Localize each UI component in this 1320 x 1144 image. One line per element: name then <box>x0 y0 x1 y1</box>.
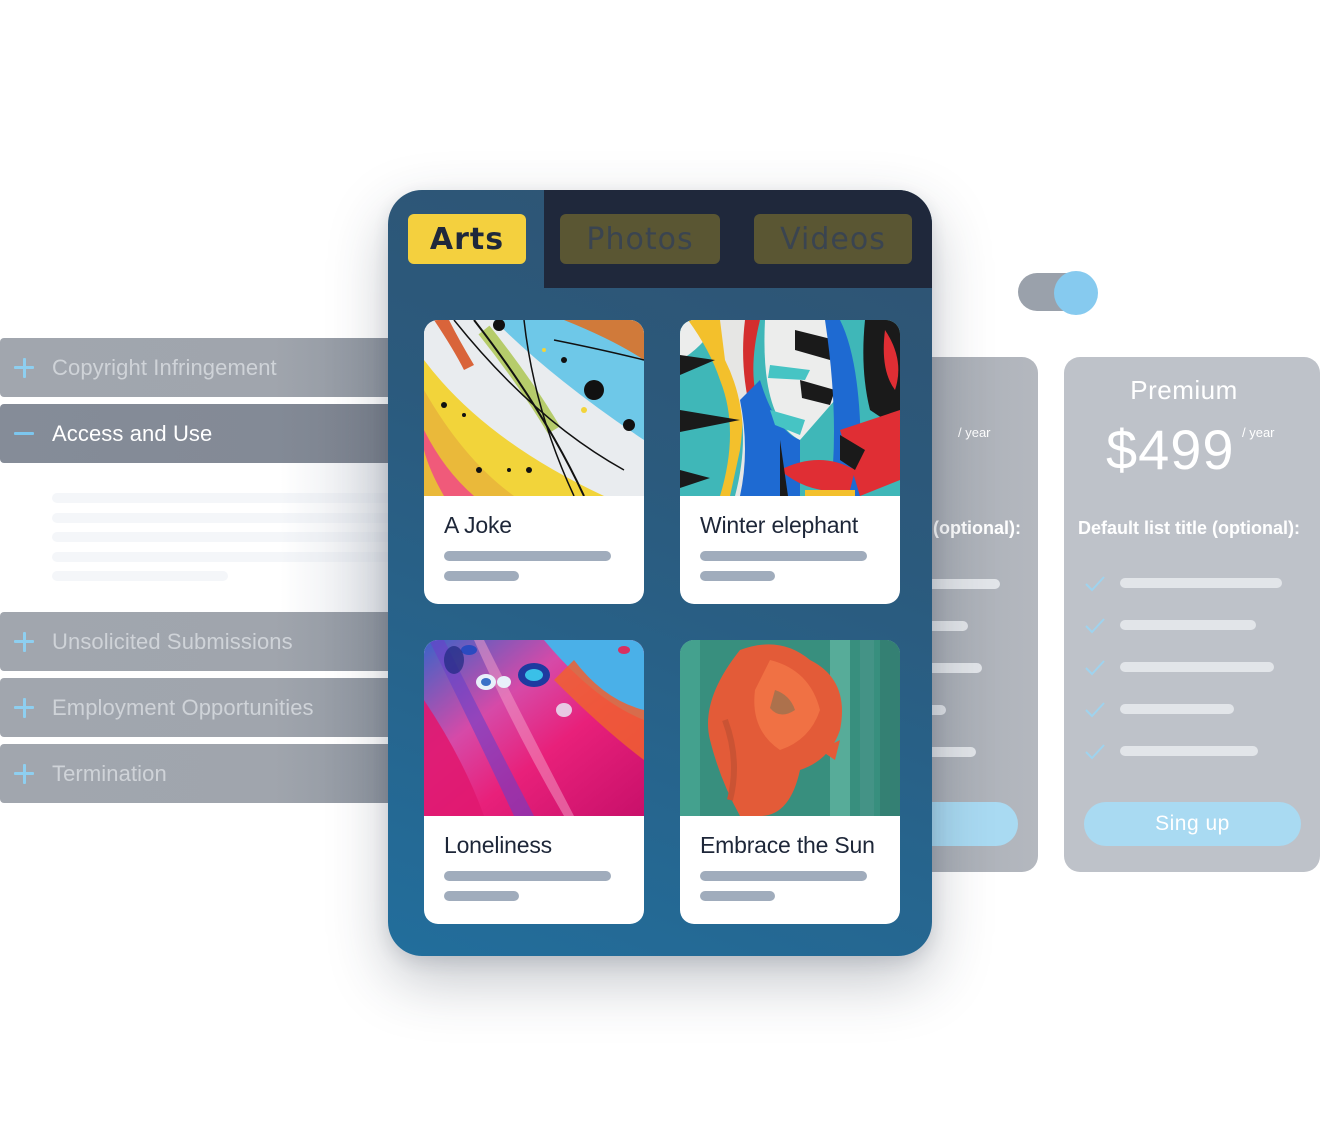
artwork-image <box>680 320 900 496</box>
minus-icon <box>0 404 52 463</box>
plan-period: / year <box>958 425 991 440</box>
plus-icon <box>0 678 52 737</box>
accordion-item-copyright-infringement[interactable]: Copyright Infringement <box>0 338 392 397</box>
art-card-title: A Joke <box>444 512 512 538</box>
plus-icon <box>0 612 52 671</box>
check-icon <box>1085 660 1105 676</box>
description-placeholder-line <box>700 871 867 881</box>
plus-icon <box>0 744 52 803</box>
tab-arts[interactable]: Arts <box>408 214 526 264</box>
tab-photos[interactable]: Photos <box>560 214 720 264</box>
description-placeholder-line <box>444 571 519 581</box>
description-placeholder-line <box>700 551 867 561</box>
accordion-item-label: Copyright Infringement <box>52 354 277 380</box>
plan-list-title: Default list title (optional): <box>1078 518 1300 538</box>
feature-item <box>1084 699 1304 719</box>
accordion-item-unsolicited-submissions[interactable]: Unsolicited Submissions <box>0 612 392 671</box>
art-gallery-panel: Arts Photos Videos A Joke Winter elephan… <box>388 190 932 956</box>
check-icon <box>1085 576 1105 592</box>
accordion-item-label: Access and Use <box>52 420 213 446</box>
feature-item <box>1084 741 1304 761</box>
artwork-image <box>424 320 644 496</box>
art-card-winter-elephant[interactable]: Winter elephant <box>680 320 900 604</box>
plan-list-title: (optional): <box>933 518 1021 538</box>
description-placeholder-line <box>444 871 611 881</box>
toggle-knob <box>1054 271 1098 315</box>
description-placeholder-line <box>444 891 519 901</box>
feature-line <box>1120 620 1256 630</box>
art-card-embrace-the-sun[interactable]: Embrace the Sun <box>680 640 900 924</box>
art-card-title: Embrace the Sun <box>700 832 875 858</box>
sign-up-button[interactable]: Sing up <box>1084 802 1301 846</box>
feature-item <box>1084 573 1304 593</box>
tab-videos[interactable]: Videos <box>754 214 912 264</box>
description-placeholder-line <box>700 891 775 901</box>
art-card-title: Loneliness <box>444 832 552 858</box>
accordion-item-employment-opportunities[interactable]: Employment Opportunities <box>0 678 392 737</box>
art-card-a-joke[interactable]: A Joke <box>424 320 644 604</box>
feature-line <box>1120 746 1258 756</box>
accordion-item-termination[interactable]: Termination <box>0 744 392 803</box>
art-card-title: Winter elephant <box>700 512 859 538</box>
feature-line <box>1120 662 1274 672</box>
feature-line <box>1120 704 1234 714</box>
billing-toggle[interactable] <box>1018 271 1098 315</box>
shadow-fade <box>280 463 392 613</box>
artwork-image <box>424 640 644 816</box>
accordion-item-label: Unsolicited Submissions <box>52 628 293 654</box>
accordion-item-access-and-use[interactable]: Access and Use <box>0 404 392 463</box>
plan-period: / year <box>1242 425 1275 440</box>
accordion-item-label: Employment Opportunities <box>52 694 314 720</box>
plan-title: Premium <box>1130 375 1238 405</box>
check-icon <box>1085 744 1105 760</box>
accordion-item-label: Termination <box>52 760 167 786</box>
description-placeholder-line <box>444 551 611 561</box>
description-placeholder-line <box>700 571 775 581</box>
pricing-card-premium: Premium $499 / year Default list title (… <box>1064 357 1320 872</box>
plan-price: $499 <box>1106 418 1235 481</box>
plus-icon <box>0 338 52 397</box>
check-icon <box>1085 618 1105 634</box>
feature-line <box>920 579 1000 589</box>
artwork-image <box>680 640 900 816</box>
text-placeholder-line <box>52 571 228 581</box>
feature-item <box>1084 657 1304 677</box>
feature-item <box>1084 615 1304 635</box>
feature-line <box>1120 578 1282 588</box>
check-icon <box>1085 702 1105 718</box>
art-card-loneliness[interactable]: Loneliness <box>424 640 644 924</box>
